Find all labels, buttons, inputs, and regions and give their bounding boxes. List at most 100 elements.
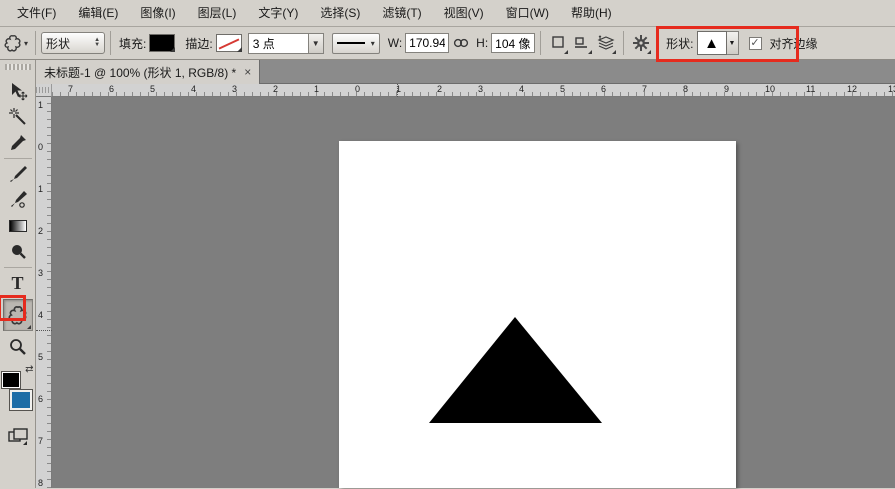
- gradient-tool[interactable]: [4, 213, 32, 239]
- vertical-ruler[interactable]: 1012345678: [36, 97, 52, 488]
- zoom-tool[interactable]: [4, 334, 32, 360]
- ruler-tick-label: 6: [601, 84, 606, 94]
- ruler-tick-label: 2: [273, 84, 278, 94]
- menu-item-view[interactable]: 视图(V): [433, 0, 495, 26]
- ruler-tick-label: 7: [642, 84, 647, 94]
- swap-colors-icon[interactable]: ⇄: [25, 364, 33, 375]
- ruler-tick-label: 1: [38, 184, 43, 194]
- custom-shape-tool[interactable]: [3, 299, 33, 331]
- geometry-options-button[interactable]: [629, 31, 653, 55]
- tool-mode-select[interactable]: 形状 ▲▼: [41, 32, 105, 54]
- ruler-tick-label: 3: [478, 84, 483, 94]
- eyedropper-tool[interactable]: [4, 130, 32, 156]
- ruler-tick-label: 4: [38, 310, 43, 320]
- ruler-tick-label: 5: [150, 84, 155, 94]
- stroke-color-swatch[interactable]: [216, 34, 242, 52]
- divider: [35, 31, 36, 55]
- horizontal-ruler[interactable]: 7654321012345678910111213: [36, 84, 895, 97]
- quick-mask-mode-button[interactable]: [4, 424, 32, 450]
- magic-wand-tool[interactable]: [4, 104, 32, 130]
- divider: [540, 31, 541, 55]
- stroke-width-input[interactable]: [248, 33, 308, 54]
- fill-color-swatch[interactable]: [149, 34, 175, 52]
- panel-grip[interactable]: [5, 64, 31, 70]
- path-operations-button[interactable]: [546, 31, 570, 55]
- ruler-origin-corner[interactable]: [36, 84, 52, 97]
- menu-item-layer[interactable]: 图层(L): [187, 0, 248, 26]
- ruler-tick-label: 9: [724, 84, 729, 94]
- menu-item-help[interactable]: 帮助(H): [560, 0, 623, 26]
- ruler-tick-label: 6: [109, 84, 114, 94]
- ruler-tick-label: 10: [765, 84, 775, 94]
- menu-bar: 文件(F)编辑(E)图像(I)图层(L)文字(Y)选择(S)滤镜(T)视图(V)…: [0, 0, 895, 27]
- chevron-down-icon: [612, 50, 616, 54]
- link-wh-icon: [453, 38, 469, 48]
- eyedropper-icon: [8, 133, 28, 153]
- magnifier-icon: [8, 337, 28, 357]
- tool-preset-button[interactable]: ▾: [4, 34, 28, 52]
- divider: [4, 267, 32, 268]
- divider: [4, 158, 32, 159]
- height-field-wrap: [491, 33, 535, 53]
- custom-shape-tool-wrap: [3, 299, 33, 331]
- ruler-tick-label: 1: [38, 100, 43, 110]
- foreground-color-swatch[interactable]: [2, 372, 20, 388]
- brush-tool[interactable]: [4, 161, 32, 187]
- shape-height-input[interactable]: [491, 33, 535, 53]
- width-label: W:: [388, 36, 402, 50]
- canvas[interactable]: [339, 141, 736, 488]
- mixer-brush-tool[interactable]: [4, 187, 32, 213]
- chevron-down-icon: [564, 50, 568, 54]
- chevron-down-icon: [170, 47, 175, 52]
- shape-label: 形状:: [666, 35, 693, 52]
- triangle-shape[interactable]: [429, 317, 602, 423]
- ruler-tick-label: 13: [888, 84, 895, 94]
- shape-width-input[interactable]: [405, 33, 449, 53]
- menu-item-window[interactable]: 窗口(W): [495, 0, 560, 26]
- link-wh-icon[interactable]: [449, 31, 473, 55]
- menu-item-type[interactable]: 文字(Y): [247, 0, 309, 26]
- blur-tool[interactable]: [4, 239, 32, 265]
- shape-picker-dropdown-button[interactable]: ▼: [727, 31, 739, 55]
- gradient-icon: [9, 220, 27, 232]
- menu-item-filter[interactable]: 滤镜(T): [371, 0, 432, 26]
- ruler-tick-label: 8: [38, 478, 43, 488]
- document-tab[interactable]: 未标题-1 @ 100% (形状 1, RGB/8) * ×: [36, 60, 260, 84]
- path-operations-icon: [551, 36, 565, 50]
- menu-item-select[interactable]: 选择(S): [309, 0, 371, 26]
- ruler-tick-label: 2: [437, 84, 442, 94]
- path-alignment-icon: [574, 36, 590, 50]
- photoshop-window: 文件(F)编辑(E)图像(I)图层(L)文字(Y)选择(S)滤镜(T)视图(V)…: [0, 0, 895, 489]
- tool-options-bar: ▾ 形状 ▲▼ 填充: 描边: ▼ ▾ W: H:: [0, 27, 895, 60]
- close-icon[interactable]: ×: [244, 65, 251, 79]
- mixer-brush-icon: [8, 190, 28, 210]
- ruler-tick-label: 11: [806, 84, 815, 94]
- stroke-style-dropdown[interactable]: ▾: [332, 33, 380, 54]
- type-tool[interactable]: T: [4, 270, 32, 296]
- move-tool[interactable]: [4, 78, 32, 104]
- chevron-down-icon: [647, 50, 651, 54]
- magic-wand-icon: [8, 107, 28, 127]
- overlapping-rectangles-icon: [7, 428, 29, 446]
- shape-picker-swatch[interactable]: ▲: [697, 31, 727, 55]
- tool-mode-value: 形状: [46, 35, 70, 52]
- stroke-width-combo: ▼: [248, 33, 324, 54]
- ruler-tick-label: 0: [38, 142, 43, 152]
- ruler-tick-label: 5: [560, 84, 565, 94]
- menu-item-image[interactable]: 图像(I): [129, 0, 186, 26]
- ruler-tick-label: 2: [38, 226, 43, 236]
- path-arrangement-icon: [597, 35, 615, 51]
- path-alignment-button[interactable]: [570, 31, 594, 55]
- background-color-swatch[interactable]: [10, 390, 32, 410]
- custom-shape-icon: [8, 305, 28, 325]
- stroke-width-dropdown-button[interactable]: ▼: [308, 33, 324, 54]
- type-tool-icon: T: [11, 273, 23, 294]
- menu-item-file[interactable]: 文件(F): [6, 0, 67, 26]
- ruler-tick-label: 8: [683, 84, 688, 94]
- ruler-pointer-marker-v: [36, 330, 52, 331]
- path-arrangement-button[interactable]: [594, 31, 618, 55]
- align-edges-checkbox[interactable]: ✓: [749, 37, 762, 50]
- menu-item-edit[interactable]: 编辑(E): [67, 0, 129, 26]
- divider: [623, 31, 624, 55]
- divider: [110, 31, 111, 55]
